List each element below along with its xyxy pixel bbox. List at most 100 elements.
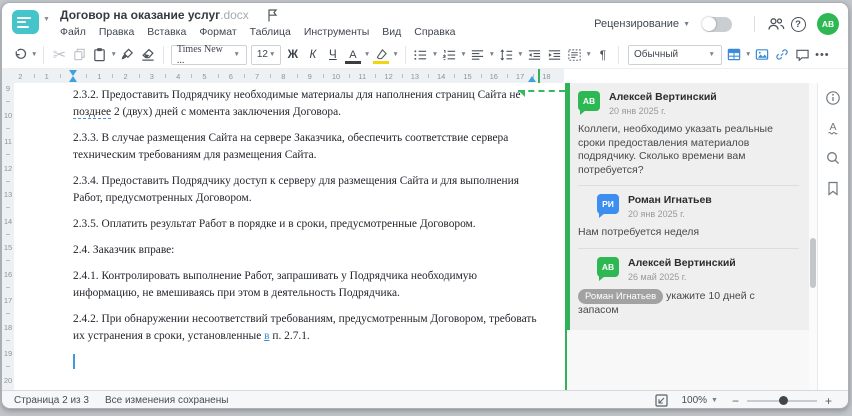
menu-tools[interactable]: Инструменты xyxy=(304,26,369,38)
zoom-slider[interactable] xyxy=(746,395,817,407)
page-indicator[interactable]: Страница 2 из 3 xyxy=(14,395,89,406)
insert-image-icon[interactable] xyxy=(752,44,772,66)
menu-format[interactable]: Формат xyxy=(199,26,236,38)
font-color-caret-icon[interactable]: ▼ xyxy=(364,51,370,58)
comment[interactable]: АВ Алексей Вертинский 20 янв 2025 г. Коллег… xyxy=(578,91,799,177)
doc-paragraph[interactable]: 2.3.5. Оплатить результат Работ в порядк… xyxy=(73,216,541,233)
zoom-caret-icon[interactable]: ▼ xyxy=(711,397,718,404)
menu-view[interactable]: Вид xyxy=(382,26,401,38)
format-painter-icon[interactable] xyxy=(118,44,138,66)
favorite-flag-icon[interactable] xyxy=(262,4,284,26)
copy-icon[interactable] xyxy=(69,44,89,66)
undo-caret-icon[interactable]: ▼ xyxy=(31,51,37,58)
underline-button[interactable]: Ч xyxy=(323,44,343,66)
insert-table-icon[interactable] xyxy=(724,44,744,66)
paragraph-style-select[interactable]: Обычный ▼ xyxy=(627,44,722,65)
collaboration-users-icon[interactable] xyxy=(765,13,787,35)
doc-paragraph[interactable]: 2.4.1. Контролировать выполнение Работ, … xyxy=(73,268,541,302)
undo-icon[interactable] xyxy=(10,44,30,66)
doc-paragraph[interactable]: 2.3.2. Предоставить Подрядчику необходим… xyxy=(73,87,541,121)
line-spacing-caret-icon[interactable]: ▼ xyxy=(517,51,523,58)
ruler-number: 16 xyxy=(3,269,13,279)
review-caret-icon[interactable]: ▼ xyxy=(683,21,690,28)
comment-avatar: АВ xyxy=(578,91,600,115)
doc-paragraph[interactable]: 2.3.3. В случае размещения Сайта на серв… xyxy=(73,130,541,164)
clear-style-icon[interactable] xyxy=(138,44,158,66)
bold-button[interactable]: Ж xyxy=(283,44,303,66)
spellcheck-icon[interactable]: А xyxy=(823,118,843,138)
numbered-list-caret-icon[interactable]: ▼ xyxy=(460,51,466,58)
increase-indent-icon[interactable] xyxy=(545,44,565,66)
doc-paragraph[interactable]: 2.4. Заказчик вправе: xyxy=(73,242,541,259)
hanging-indent-marker[interactable] xyxy=(69,76,77,82)
align-caret-icon[interactable]: ▼ xyxy=(489,51,495,58)
zoom-in-button[interactable]: + xyxy=(821,394,836,408)
mention-chip[interactable]: Роман Игнатьев xyxy=(578,288,664,304)
comment-reply[interactable]: АВ Алексей Вертинский 26 май 2025 г. Роман … xyxy=(578,247,799,318)
italic-button[interactable]: К xyxy=(303,44,323,66)
bookmark-icon[interactable] xyxy=(823,178,843,198)
cut-icon[interactable]: ✂ xyxy=(49,44,69,66)
font-name-select[interactable]: Times New ... ▼ xyxy=(170,44,247,66)
paste-icon[interactable] xyxy=(89,44,109,66)
doc-paragraph[interactable]: 2.4.2. При обнаружении несоответствий тр… xyxy=(73,311,541,345)
highlight-color-button[interactable] xyxy=(371,44,391,66)
toolbar: ▼ ✂ ▼ Times New ... ▼ 12 ▼ Ж К Ч А ▼ ▼ ▼ ▼ xyxy=(2,41,848,69)
zoom-level-select[interactable]: 100% xyxy=(681,395,707,406)
line-spacing-icon[interactable] xyxy=(496,44,516,66)
paste-caret-icon[interactable]: ▼ xyxy=(110,51,116,58)
menu-table[interactable]: Таблица xyxy=(250,26,291,38)
menu-file[interactable]: Файл xyxy=(60,26,86,38)
ruler-number: 12 xyxy=(3,163,13,173)
ruler-number: 19 xyxy=(3,349,13,358)
document-extension: .docx xyxy=(220,8,249,22)
ruler-number: 16 xyxy=(489,72,498,81)
insert-table-caret-icon[interactable]: ▼ xyxy=(745,51,751,58)
paragraph-settings-icon[interactable] xyxy=(565,44,585,66)
text-cursor xyxy=(73,354,75,369)
font-color-button[interactable]: А xyxy=(343,44,363,66)
show-marks-button[interactable]: ¶ xyxy=(593,44,613,66)
insert-link-icon[interactable] xyxy=(772,44,792,66)
title-block: Договор на оказание услуг .docx Файл Пра… xyxy=(60,8,456,38)
document-scrollbar[interactable] xyxy=(809,83,817,390)
document-page[interactable]: 2.3.2. Предоставить Подрядчику необходим… xyxy=(14,83,565,390)
font-size-select[interactable]: 12 ▼ xyxy=(250,44,281,65)
right-indent-marker[interactable] xyxy=(528,76,536,82)
doc-paragraph[interactable]: 2.3.4. Предоставить Подрядчику доступ к … xyxy=(73,173,541,207)
comment-reply[interactable]: РИ Роман Игнатьев 20 янв 2025 г. Нам потреб… xyxy=(578,185,799,240)
scrollbar-thumb[interactable] xyxy=(810,238,816,288)
horizontal-ruler[interactable]: 2 1 1 2 3 4 5 6 7 8 9 10 11 12 13 14 15 16 17 18 xyxy=(2,69,848,83)
app-logo-button[interactable] xyxy=(12,10,39,34)
app-logo-caret-icon[interactable]: ▼ xyxy=(43,16,50,23)
h-ruler-band: 2 1 1 2 3 4 5 6 7 8 9 10 11 12 13 14 15 16 17 18 xyxy=(2,69,564,83)
highlight-caret-icon[interactable]: ▼ xyxy=(392,51,398,58)
decrease-indent-icon[interactable] xyxy=(525,44,545,66)
user-avatar[interactable]: АВ xyxy=(817,13,839,35)
bullet-list-caret-icon[interactable]: ▼ xyxy=(432,51,438,58)
comment-author: Алексей Вертинский xyxy=(628,256,736,269)
paragraph-settings-caret-icon[interactable]: ▼ xyxy=(586,51,592,58)
commented-text: позднее xyxy=(73,106,112,119)
review-mode-button[interactable]: Рецензирование xyxy=(594,18,679,30)
numbered-list-icon[interactable] xyxy=(439,44,459,66)
ruler-number: 8 xyxy=(281,72,286,81)
search-icon[interactable] xyxy=(823,148,843,168)
svg-text:А: А xyxy=(829,121,836,133)
toolbar-more-button[interactable]: ••• xyxy=(812,44,832,66)
ruler-number: 12 xyxy=(384,72,393,81)
menu-edit[interactable]: Правка xyxy=(99,26,134,38)
zoom-out-button[interactable]: − xyxy=(728,394,743,408)
help-icon[interactable]: ? xyxy=(787,13,809,35)
comment-text: Нам потребуется неделя xyxy=(578,226,700,238)
vertical-ruler[interactable]: 9 10 11 12 13 14 15 16 17 18 19 20 xyxy=(2,83,14,390)
comment-icon[interactable] xyxy=(792,44,812,66)
menu-insert[interactable]: Вставка xyxy=(147,26,186,38)
review-toggle[interactable] xyxy=(702,16,732,32)
bullet-list-icon[interactable] xyxy=(411,44,431,66)
fit-width-icon[interactable] xyxy=(653,393,669,409)
menu-help[interactable]: Справка xyxy=(414,26,455,38)
comment-card[interactable]: АВ Алексей Вертинский 20 янв 2025 г. Коллег… xyxy=(567,83,809,330)
align-icon[interactable] xyxy=(468,44,488,66)
info-icon[interactable] xyxy=(823,88,843,108)
